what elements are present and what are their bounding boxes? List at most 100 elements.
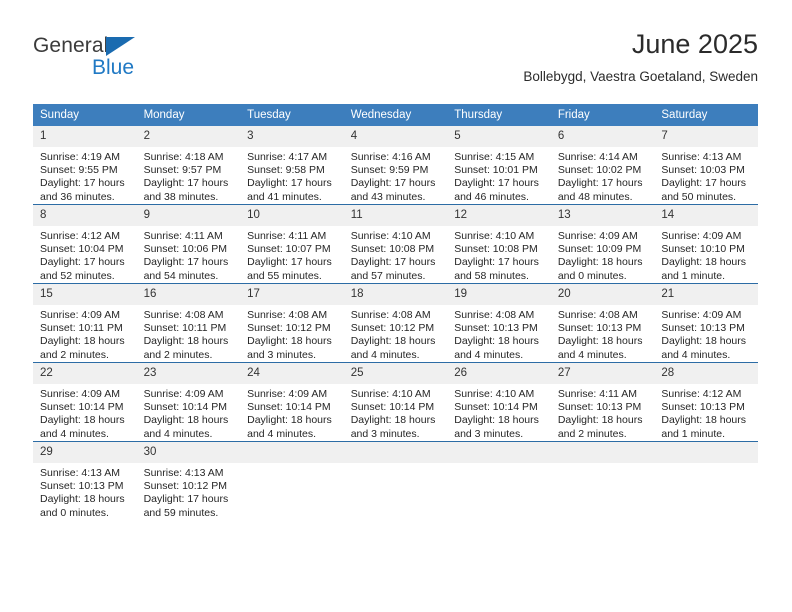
calendar-day-cell[interactable]: 5 Sunrise: 4:15 AM Sunset: 10:01 PM Dayligh… xyxy=(447,126,551,205)
day-details: Sunrise: 4:10 AM Sunset: 10:08 PM Daylight… xyxy=(447,226,551,283)
day-number: 5 xyxy=(447,126,551,147)
sunrise-text: Sunrise: 4:10 AM xyxy=(454,230,535,242)
calendar-day-cell[interactable]: 12 Sunrise: 4:10 AM Sunset: 10:08 PM Daylig… xyxy=(447,204,551,284)
day-details: Sunrise: 4:08 AM Sunset: 10:11 PM Daylight… xyxy=(137,305,241,362)
day-number xyxy=(654,442,758,463)
daylight-text-line2: and 38 minutes. xyxy=(143,190,219,203)
day-details: Sunrise: 4:12 AM Sunset: 10:13 PM Daylight… xyxy=(654,384,758,441)
sunrise-text: Sunrise: 4:17 AM xyxy=(247,151,328,163)
daylight-text-line2: and 2 minutes. xyxy=(143,348,213,361)
calendar-day-cell[interactable]: 22 Sunrise: 4:09 AM Sunset: 10:14 PM Daylig… xyxy=(33,362,137,442)
calendar-day-cell[interactable]: 23 Sunrise: 4:09 AM Sunset: 10:14 PM Daylig… xyxy=(136,362,241,442)
daylight-text-line1: Daylight: 18 hours xyxy=(247,414,332,427)
daylight-text-line2: and 3 minutes. xyxy=(350,427,420,440)
daylight-text-line1: Daylight: 18 hours xyxy=(143,335,229,348)
sunrise-text: Sunrise: 4:10 AM xyxy=(454,388,535,400)
weekday-header-friday: Friday xyxy=(550,104,655,126)
sunrise-text: Sunrise: 4:11 AM xyxy=(557,388,637,400)
daylight-text-line2: and 2 minutes. xyxy=(557,427,627,440)
daylight-text-line2: and 3 minutes. xyxy=(247,348,317,361)
day-number: 26 xyxy=(447,363,551,384)
day-number: 25 xyxy=(343,363,448,384)
sunrise-text: Sunrise: 4:09 AM xyxy=(40,309,120,321)
day-number: 20 xyxy=(550,284,655,305)
calendar-day-cell[interactable]: 1 Sunrise: 4:19 AM Sunset: 9:55 PM Daylight… xyxy=(33,126,137,205)
calendar-day-cell[interactable]: 20 Sunrise: 4:08 AM Sunset: 10:13 PM Daylig… xyxy=(550,283,655,363)
calendar-day-cell[interactable]: 11 Sunrise: 4:10 AM Sunset: 10:08 PM Daylig… xyxy=(343,204,448,284)
sunset-text: Sunset: 10:12 PM xyxy=(350,322,435,335)
daylight-text-line2: and 55 minutes. xyxy=(247,269,322,282)
page-title: June 2025 xyxy=(631,29,758,59)
general-blue-logo[interactable]: General Blue xyxy=(33,34,253,94)
daylight-text-line2: and 1 minute. xyxy=(661,427,726,440)
weekday-header-tuesday: Tuesday xyxy=(240,104,344,126)
calendar-empty-cell xyxy=(343,441,448,520)
calendar-day-cell[interactable]: 19 Sunrise: 4:08 AM Sunset: 10:13 PM Daylig… xyxy=(447,283,551,363)
calendar-day-cell[interactable]: 18 Sunrise: 4:08 AM Sunset: 10:12 PM Daylig… xyxy=(343,283,448,363)
calendar-day-cell[interactable]: 2 Sunrise: 4:18 AM Sunset: 9:57 PM Daylight… xyxy=(136,126,241,205)
sunset-text: Sunset: 10:13 PM xyxy=(661,322,745,335)
calendar-empty-cell xyxy=(654,441,758,520)
day-details: Sunrise: 4:09 AM Sunset: 10:14 PM Daylight… xyxy=(137,384,241,441)
day-number: 17 xyxy=(240,284,344,305)
daylight-text-line1: Daylight: 18 hours xyxy=(661,256,747,269)
calendar-day-cell[interactable]: 21 Sunrise: 4:09 AM Sunset: 10:13 PM Daylig… xyxy=(654,283,758,363)
daylight-text-line2: and 3 minutes. xyxy=(454,427,524,440)
sunset-text: Sunset: 10:14 PM xyxy=(350,401,435,414)
calendar-day-cell[interactable]: 7 Sunrise: 4:13 AM Sunset: 10:03 PM Dayligh… xyxy=(654,126,758,205)
sunset-text: Sunset: 10:04 PM xyxy=(40,243,124,256)
day-number xyxy=(447,442,551,463)
calendar-day-cell[interactable]: 28 Sunrise: 4:12 AM Sunset: 10:13 PM Daylig… xyxy=(654,362,758,442)
daylight-text-line1: Daylight: 18 hours xyxy=(143,414,229,427)
sunset-text: Sunset: 10:14 PM xyxy=(454,401,538,414)
day-number: 11 xyxy=(343,205,448,226)
calendar-day-cell[interactable]: 17 Sunrise: 4:08 AM Sunset: 10:12 PM Daylig… xyxy=(240,283,344,363)
day-number: 6 xyxy=(550,126,655,147)
calendar-day-cell[interactable]: 6 Sunrise: 4:14 AM Sunset: 10:02 PM Dayligh… xyxy=(550,126,655,205)
sunset-text: Sunset: 10:01 PM xyxy=(454,164,538,177)
sunrise-text: Sunrise: 4:11 AM xyxy=(247,230,327,242)
calendar-day-cell[interactable]: 29 Sunrise: 4:13 AM Sunset: 10:13 PM Daylig… xyxy=(33,441,137,520)
day-details: Sunrise: 4:08 AM Sunset: 10:12 PM Daylight… xyxy=(344,305,448,362)
calendar-day-cell[interactable]: 15 Sunrise: 4:09 AM Sunset: 10:11 PM Daylig… xyxy=(33,283,137,363)
calendar-day-cell[interactable]: 16 Sunrise: 4:08 AM Sunset: 10:11 PM Daylig… xyxy=(136,283,241,363)
calendar-day-cell[interactable]: 4 Sunrise: 4:16 AM Sunset: 9:59 PM Daylight… xyxy=(343,126,448,205)
calendar-day-cell[interactable]: 9 Sunrise: 4:11 AM Sunset: 10:06 PM Dayligh… xyxy=(136,204,241,284)
sunset-text: Sunset: 10:08 PM xyxy=(350,243,435,256)
daylight-text-line2: and 4 minutes. xyxy=(661,348,731,361)
calendar-day-cell[interactable]: 10 Sunrise: 4:11 AM Sunset: 10:07 PM Daylig… xyxy=(240,204,344,284)
calendar-day-cell[interactable]: 30 Sunrise: 4:13 AM Sunset: 10:12 PM Daylig… xyxy=(136,441,241,520)
day-details: Sunrise: 4:08 AM Sunset: 10:13 PM Daylight… xyxy=(447,305,551,362)
calendar-week-row: 22 Sunrise: 4:09 AM Sunset: 10:14 PM Daylig… xyxy=(33,362,758,442)
calendar-day-cell[interactable]: 3 Sunrise: 4:17 AM Sunset: 9:58 PM Daylight… xyxy=(240,126,344,205)
daylight-text-line1: Daylight: 17 hours xyxy=(350,177,436,190)
weekday-header-wednesday: Wednesday xyxy=(343,104,448,126)
sunrise-text: Sunrise: 4:13 AM xyxy=(143,467,224,479)
day-details: Sunrise: 4:18 AM Sunset: 9:57 PM Daylight:… xyxy=(137,147,241,204)
day-number: 16 xyxy=(136,284,241,305)
day-details: Sunrise: 4:10 AM Sunset: 10:08 PM Daylight… xyxy=(344,226,448,283)
sunset-text: Sunset: 10:11 PM xyxy=(143,322,227,335)
sunset-text: Sunset: 10:10 PM xyxy=(661,243,745,256)
day-details: Sunrise: 4:09 AM Sunset: 10:14 PM Daylight… xyxy=(33,384,137,441)
calendar-day-cell[interactable]: 8 Sunrise: 4:12 AM Sunset: 10:04 PM Dayligh… xyxy=(33,204,137,284)
day-number: 28 xyxy=(654,363,758,384)
calendar-day-cell[interactable]: 24 Sunrise: 4:09 AM Sunset: 10:14 PM Daylig… xyxy=(240,362,344,442)
calendar-day-cell[interactable]: 25 Sunrise: 4:10 AM Sunset: 10:14 PM Daylig… xyxy=(343,362,448,442)
day-details: Sunrise: 4:09 AM Sunset: 10:11 PM Daylight… xyxy=(33,305,137,362)
calendar-day-cell[interactable]: 26 Sunrise: 4:10 AM Sunset: 10:14 PM Daylig… xyxy=(447,362,551,442)
daylight-text-line2: and 2 minutes. xyxy=(40,348,109,361)
calendar-table: Sunday Monday Tuesday Wednesday Thursday… xyxy=(33,104,758,520)
logo-text-general: General xyxy=(33,34,109,57)
day-details: Sunrise: 4:13 AM Sunset: 10:13 PM Daylight… xyxy=(33,463,137,520)
day-number: 23 xyxy=(136,363,241,384)
daylight-text-line2: and 46 minutes. xyxy=(454,190,529,203)
sunrise-text: Sunrise: 4:18 AM xyxy=(143,151,224,163)
calendar-day-cell[interactable]: 27 Sunrise: 4:11 AM Sunset: 10:13 PM Daylig… xyxy=(550,362,655,442)
calendar-day-cell[interactable]: 14 Sunrise: 4:09 AM Sunset: 10:10 PM Daylig… xyxy=(654,204,758,284)
calendar-day-cell[interactable]: 13 Sunrise: 4:09 AM Sunset: 10:09 PM Daylig… xyxy=(550,204,655,284)
day-details: Sunrise: 4:13 AM Sunset: 10:12 PM Daylight… xyxy=(137,463,241,520)
sunrise-text: Sunrise: 4:10 AM xyxy=(350,388,431,400)
sunrise-text: Sunrise: 4:10 AM xyxy=(350,230,431,242)
sunrise-text: Sunrise: 4:11 AM xyxy=(143,230,223,242)
